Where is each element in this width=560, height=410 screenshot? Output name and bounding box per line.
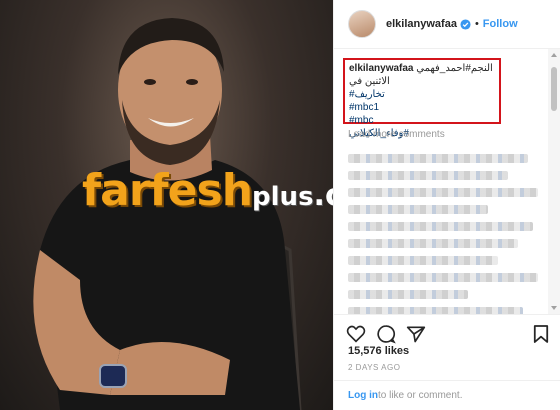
blurred-comment	[348, 171, 508, 180]
post-header: elkilanywafaa • Follow	[334, 0, 560, 49]
blurred-comment	[348, 307, 523, 314]
post-actions: 15,576 likes 2 DAYS AGO	[334, 314, 560, 372]
blurred-comments	[348, 146, 548, 314]
login-link[interactable]: Log in	[348, 390, 378, 401]
scrollbar-thumb[interactable]	[551, 67, 557, 111]
blurred-comment	[348, 222, 533, 231]
header-username[interactable]: elkilanywafaa	[386, 18, 457, 30]
separator-dot: •	[474, 18, 479, 30]
comments-scrollbar[interactable]	[548, 49, 560, 314]
hashtag-link[interactable]: #mbc	[349, 114, 495, 127]
heart-icon[interactable]	[346, 325, 366, 343]
avatar[interactable]	[348, 10, 376, 38]
comment-icon[interactable]	[376, 324, 396, 344]
bookmark-icon[interactable]	[533, 324, 549, 344]
blurred-comment	[348, 239, 518, 248]
caption-username[interactable]: elkilanywafaa	[349, 63, 413, 74]
blurred-comment	[348, 290, 468, 299]
caption-first-line: elkilanywafaa النجم#احمد_فهمي الاثنين في	[349, 62, 495, 88]
likes-count[interactable]: 15,576 likes	[348, 345, 409, 357]
share-icon[interactable]	[406, 324, 426, 344]
load-more-comments-link[interactable]: Load more comments	[348, 129, 445, 140]
blurred-comment	[348, 188, 538, 197]
verified-badge-icon	[460, 18, 471, 30]
blurred-comment	[348, 205, 488, 214]
blurred-comment	[348, 256, 498, 265]
post-photo[interactable]: farfeshplus.com	[0, 0, 333, 410]
farfesh-watermark: farfeshplus.com	[82, 165, 333, 216]
post-date: 2 DAYS AGO	[348, 363, 401, 372]
follow-button[interactable]: Follow	[483, 18, 518, 30]
instagram-post: farfeshplus.com elkilanywafaa • Follow e…	[0, 0, 560, 410]
blurred-comment	[348, 154, 528, 163]
blurred-comment	[348, 273, 538, 282]
login-prompt-text: to like or comment.	[378, 390, 463, 401]
caption-highlight-box: elkilanywafaa النجم#احمد_فهمي الاثنين في…	[343, 58, 501, 139]
login-footer: Log in to like or comment.	[334, 380, 560, 410]
hashtag-link[interactable]: #تخاريف	[349, 88, 495, 101]
post-sidebar: elkilanywafaa • Follow elkilanywafaa الن…	[333, 0, 560, 410]
hashtag-link[interactable]: #mbc1	[349, 101, 495, 114]
scroll-down-icon[interactable]	[551, 306, 557, 310]
scroll-up-icon[interactable]	[551, 53, 557, 57]
